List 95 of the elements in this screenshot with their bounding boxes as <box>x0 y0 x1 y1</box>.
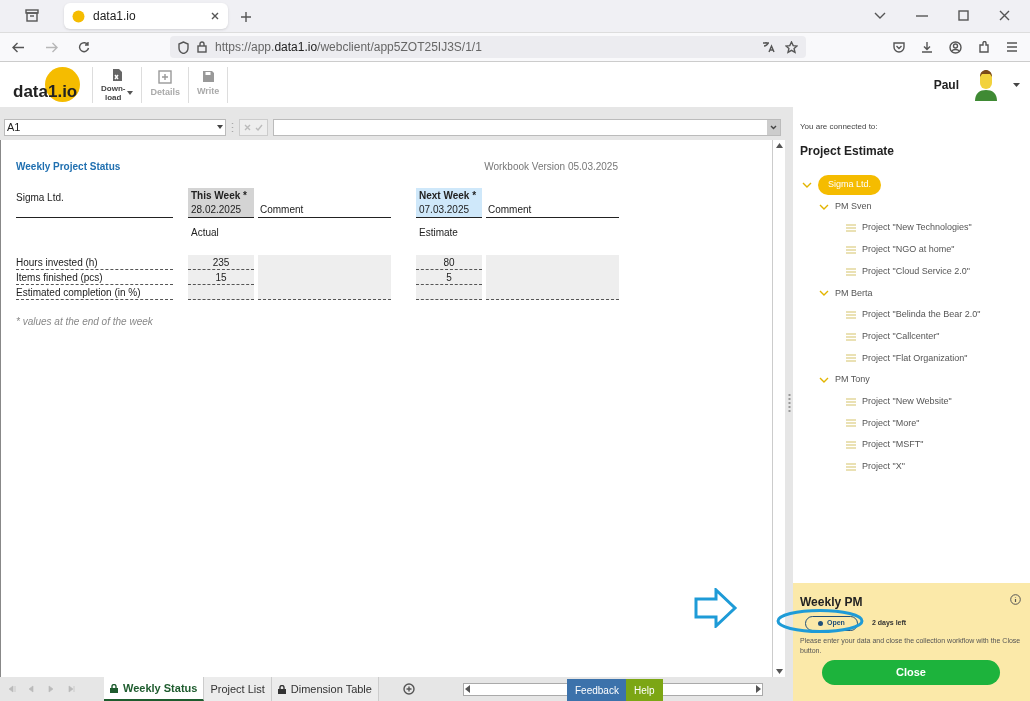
column-header: Next Week * 07.03.2025 <box>416 188 482 218</box>
add-sheet-icon[interactable] <box>402 683 415 695</box>
workbook-version: Workbook Version 05.03.2025 <box>484 159 618 174</box>
sheet-tab[interactable]: Project List <box>204 677 272 701</box>
close-icon[interactable] <box>999 10 1010 21</box>
file-icon <box>110 67 124 82</box>
tree-item[interactable]: PM Sven <box>835 199 872 214</box>
workflow-title: Weekly PM <box>800 594 863 611</box>
lock-icon <box>197 41 207 53</box>
sheet-title: Weekly Project Status <box>16 159 121 174</box>
add-panel-icon <box>158 69 173 84</box>
url-text: https://app.data1.io/webclient/app5ZOT25IJ3S/1/1 <box>215 39 483 56</box>
site-icon <box>72 9 85 23</box>
tree-item[interactable]: Project "New Website" <box>862 394 952 409</box>
chevron-down-icon[interactable] <box>874 11 886 20</box>
tree-item[interactable]: Project "MSFT" <box>862 438 924 452</box>
list-icon <box>846 267 856 276</box>
close-icon[interactable] <box>210 11 220 21</box>
column-header: This Week * 28.02.2025 <box>188 188 254 218</box>
maximize-icon[interactable] <box>958 10 969 21</box>
tree-item[interactable]: Project "Cloud Service 2.0" <box>862 264 970 279</box>
info-icon[interactable] <box>1010 594 1021 605</box>
comment-header: Comment <box>488 203 532 217</box>
list-icon <box>846 419 856 428</box>
tree-item[interactable]: Project "X" <box>862 460 905 474</box>
tree-item[interactable]: PM Tony <box>835 373 870 387</box>
menu-icon[interactable] <box>1006 42 1018 52</box>
vertical-scrollbar[interactable] <box>772 140 785 677</box>
connection-label: You are connected to: <box>800 121 879 133</box>
reload-icon[interactable] <box>78 41 90 53</box>
save-icon <box>201 70 215 84</box>
tree-item[interactable]: Project "Callcenter" <box>862 329 940 344</box>
value-cell[interactable]: 80 <box>416 255 482 270</box>
chevron-down-icon <box>770 124 777 130</box>
grip-icon[interactable] <box>787 393 791 415</box>
sheet-tab[interactable]: Dimension Table <box>271 677 379 701</box>
list-icon <box>846 462 856 471</box>
sheet-tab[interactable]: Weekly Status <box>104 677 205 701</box>
address-bar[interactable]: https://app.data1.io/webclient/app5ZOT25IJ3S/1/1 <box>170 36 806 58</box>
toolbar-button[interactable]: Down- load <box>92 66 142 103</box>
tree-item[interactable]: Project "NGO at home" <box>862 243 955 257</box>
tree-item[interactable]: Project "More" <box>862 416 920 431</box>
list-icon <box>846 245 856 254</box>
list-icon <box>846 310 856 319</box>
avatar-icon <box>973 68 999 101</box>
list-icon <box>846 397 856 406</box>
tree-item[interactable]: Project "Flat Organization" <box>862 351 968 366</box>
comment-cell[interactable] <box>258 255 391 300</box>
row-label: Items finished (pcs) <box>16 270 173 285</box>
tab-list-icon[interactable] <box>25 9 39 22</box>
value-cell[interactable] <box>416 285 482 300</box>
pocket-icon[interactable] <box>893 41 905 53</box>
value-cell[interactable] <box>188 285 254 300</box>
row-label: Hours invested (h) <box>16 255 173 270</box>
tree-item[interactable]: PM Berta <box>835 286 873 301</box>
footnote: * values at the end of the week <box>16 315 154 329</box>
value-cell[interactable]: 5 <box>416 270 482 285</box>
cell-reference-field[interactable]: A1 <box>4 118 226 136</box>
connection-title: Project Estimate <box>800 143 896 160</box>
row-label: Estimated completion (in %) <box>16 285 173 300</box>
list-icon <box>846 332 856 341</box>
column-subheader: Estimate <box>419 227 458 238</box>
value-cell[interactable]: 235 <box>188 255 254 270</box>
user-name: Paul <box>933 76 959 94</box>
value-cell[interactable]: 15 <box>188 270 254 285</box>
scroll-right-icon[interactable] <box>753 685 762 693</box>
lock-icon <box>110 683 118 693</box>
list-icon <box>846 441 856 450</box>
new-tab-icon[interactable] <box>240 11 252 23</box>
tree-item[interactable]: Project "Belinda the Bear 2.0" <box>862 308 981 322</box>
back-icon[interactable] <box>12 41 25 53</box>
minimize-icon[interactable] <box>916 14 928 17</box>
comment-header: Comment <box>260 203 304 217</box>
account-icon[interactable] <box>949 40 962 54</box>
tab-title: data1.io <box>93 8 137 25</box>
formula-field[interactable] <box>273 118 781 136</box>
caret-icon <box>217 125 223 129</box>
comment-cell[interactable] <box>486 255 619 300</box>
browser-tab[interactable]: data1.io <box>64 3 228 29</box>
translate-icon[interactable] <box>762 41 775 53</box>
column-subheader: Actual <box>191 227 219 238</box>
star-icon[interactable] <box>785 40 798 54</box>
download-icon[interactable] <box>921 41 933 53</box>
list-icon <box>846 224 856 233</box>
shield-icon <box>178 40 189 54</box>
caret-icon[interactable] <box>1013 82 1020 87</box>
tree-item[interactable]: Project "New Technologies" <box>862 221 972 235</box>
list-icon <box>846 354 856 363</box>
caret-icon <box>127 90 134 95</box>
annotation-arrow <box>694 588 738 628</box>
lock-icon <box>277 684 286 694</box>
extensions-icon[interactable] <box>978 41 990 53</box>
scroll-left-icon[interactable] <box>463 685 472 693</box>
feedback-button[interactable]: Feedback <box>567 679 627 701</box>
company-name: Sigma Ltd. <box>16 191 65 205</box>
